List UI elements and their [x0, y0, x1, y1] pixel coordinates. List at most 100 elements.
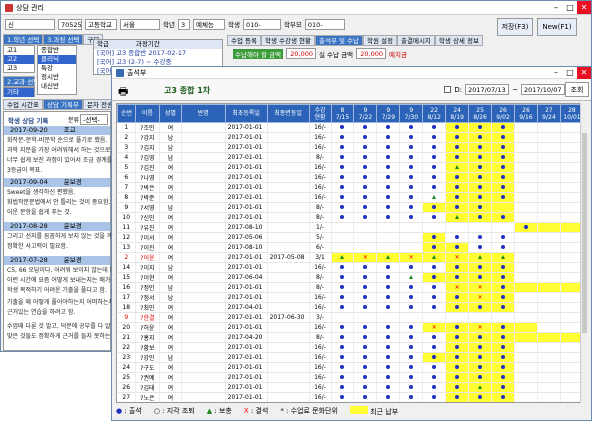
attendance-cell[interactable]	[445, 362, 470, 373]
attendance-cell[interactable]	[445, 332, 470, 343]
attendance-cell[interactable]	[468, 302, 493, 313]
table-row[interactable]: 22 ?황보 여 2017-01-01 16/-	[117, 342, 584, 353]
attendance-cell[interactable]	[491, 292, 515, 303]
attendance-cell[interactable]	[537, 162, 561, 173]
attendance-cell[interactable]	[468, 272, 493, 283]
attendance-cell[interactable]	[491, 152, 515, 163]
attendance-cell[interactable]	[331, 322, 355, 333]
attendance-cell[interactable]	[399, 312, 424, 323]
table-row[interactable]: 21 ?홍지 여 2017-04-20 8/-	[117, 332, 584, 343]
table-row[interactable]: 28?문서여 2017-01-01 16/-	[118, 403, 584, 404]
table-row[interactable]: 16 ?정민 남 2017-01-01 8/- ✕ ✕	[117, 282, 584, 293]
attendance-cell[interactable]	[445, 322, 470, 333]
column-header[interactable]: 24 8/19	[445, 104, 470, 123]
attendance-cell[interactable]	[445, 382, 470, 393]
attendance-cell[interactable]	[445, 132, 470, 143]
attendance-cell[interactable]	[331, 132, 355, 143]
attendance-cell[interactable]	[468, 372, 493, 383]
attendance-cell[interactable]	[514, 302, 538, 313]
table-row[interactable]: 10 ?신민 여 2017-01-01 8/-	[117, 212, 584, 223]
attendance-cell[interactable]	[399, 212, 424, 223]
attendance-cell[interactable]	[468, 172, 493, 183]
attendance-cell[interactable]	[353, 182, 378, 193]
attendance-cell[interactable]	[445, 162, 470, 173]
table-row[interactable]: 24 ?구도 여 2017-01-01 16/-	[117, 362, 584, 373]
attendance-cell[interactable]	[537, 342, 561, 353]
attendance-cell[interactable]	[537, 182, 561, 193]
subject-item[interactable]: 기타	[4, 88, 34, 97]
attendance-cell[interactable]	[422, 202, 447, 213]
attendance-cell[interactable]	[353, 312, 378, 323]
attendance-cell[interactable]	[422, 342, 447, 353]
print-icon[interactable]: 🖶	[118, 83, 128, 102]
real-pay-input[interactable]: 20,000	[356, 48, 387, 59]
attendance-cell[interactable]	[331, 152, 355, 163]
column-header[interactable]: 22 8/12	[422, 104, 447, 123]
attendance-cell[interactable]	[468, 382, 493, 393]
attendance-cell[interactable]	[445, 142, 470, 153]
attendance-cell[interactable]	[514, 122, 538, 133]
attendance-cell[interactable]	[537, 152, 561, 163]
table-row[interactable]: 23 ?강민 남 2017-01-01 16/-	[117, 352, 584, 363]
attendance-cell[interactable]	[399, 222, 424, 233]
attendance-cell[interactable]	[422, 222, 447, 233]
attendance-cell[interactable]	[353, 302, 378, 313]
table-row[interactable]: 13 ?이진 여 2017-08-10 6/-	[117, 242, 584, 253]
num-input[interactable]: 70525	[58, 18, 82, 30]
tab-timetable[interactable]: 수업 시간표	[3, 99, 43, 110]
column-header[interactable]: 순번	[117, 104, 136, 123]
attendance-cell[interactable]	[399, 142, 424, 153]
attendance-cell[interactable]	[399, 332, 424, 343]
attendance-cell[interactable]	[376, 372, 401, 383]
attendance-cell[interactable]	[376, 122, 401, 133]
attendance-cell[interactable]	[514, 282, 538, 293]
attendance-cell[interactable]	[491, 362, 515, 373]
column-header[interactable]: 성별	[158, 104, 182, 123]
attendance-cell[interactable]	[376, 212, 401, 223]
table-row[interactable]: 18 ?최민 여 2017-04-01 16/-	[117, 302, 584, 313]
attendance-cell[interactable]	[331, 182, 355, 193]
attendance-cell[interactable]	[331, 282, 355, 293]
tab-class-register[interactable]: 수업 등록	[227, 35, 261, 46]
table-row[interactable]: 11 ?유진 여 2017-08-10 1/-	[117, 222, 584, 233]
attendance-cell[interactable]	[514, 232, 538, 243]
attendance-cell[interactable]	[353, 342, 378, 353]
attendance-cell[interactable]	[422, 302, 447, 313]
attendance-cell[interactable]	[446, 403, 469, 404]
attendance-cell[interactable]	[537, 302, 561, 313]
name-input[interactable]: 신	[5, 18, 55, 30]
attendance-cell[interactable]	[537, 362, 561, 373]
table-row[interactable]: 12 ?이서 여 2017-05-06 5/-	[117, 232, 584, 243]
column-header[interactable]: 26 9/16	[514, 104, 538, 123]
column-header[interactable]: 이름	[134, 104, 160, 123]
attendance-cell[interactable]	[353, 142, 378, 153]
attendance-cell[interactable]	[376, 272, 401, 283]
attendance-cell[interactable]	[514, 312, 538, 323]
maximize-button[interactable]: □	[563, 67, 577, 79]
attendance-cell[interactable]	[514, 372, 538, 383]
attendance-cell[interactable]	[353, 272, 378, 283]
attendance-cell[interactable]	[537, 142, 561, 153]
attendance-cell[interactable]	[537, 232, 561, 243]
attendance-cell[interactable]	[422, 122, 447, 133]
table-row[interactable]: 7 ?박은 여 2017-01-01 16/-	[117, 182, 584, 193]
attendance-cell[interactable]	[331, 202, 355, 213]
tab-academy-settings[interactable]: 학원 설정	[363, 35, 398, 46]
attendance-cell[interactable]	[376, 352, 401, 363]
attendance-cell[interactable]	[331, 262, 355, 273]
tab-subject[interactable]: 2.교과 선택	[3, 76, 39, 87]
attendance-cell[interactable]	[514, 252, 538, 263]
attendance-cell[interactable]	[399, 282, 424, 293]
attendance-cell[interactable]	[491, 172, 515, 183]
attendance-cell[interactable]	[353, 392, 378, 402]
attendance-cell[interactable]	[353, 162, 378, 173]
table-row[interactable]: 8 ?박준 여 2017-01-01 16/-	[117, 192, 584, 203]
attendance-cell[interactable]	[331, 272, 355, 283]
attendance-cell[interactable]	[376, 182, 401, 193]
attendance-cell[interactable]	[514, 182, 538, 193]
attendance-cell[interactable]	[422, 172, 447, 183]
attendance-cell[interactable]	[376, 322, 401, 333]
attendance-cell[interactable]	[537, 272, 561, 283]
attendance-cell[interactable]	[445, 202, 470, 213]
attendance-cell[interactable]	[376, 302, 401, 313]
